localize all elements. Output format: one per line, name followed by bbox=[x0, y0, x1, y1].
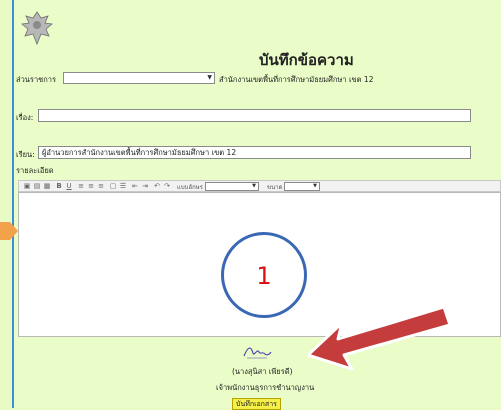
table-icon[interactable]: ▢ bbox=[109, 182, 117, 190]
to-input[interactable]: ผู้อำนวยการสำนักงานเขตพื้นที่การศึกษามัธ… bbox=[38, 146, 471, 159]
chevron-down-icon: ▼ bbox=[207, 74, 212, 81]
signatory-position: เจ้าพนักงานธุรการชำนาญงาน bbox=[216, 383, 315, 392]
save-document-button[interactable]: บันทึกเอกสาร bbox=[232, 398, 281, 410]
arrow-right-icon bbox=[0, 222, 18, 240]
detail-label: รายละเอียด bbox=[16, 166, 54, 175]
size-select[interactable]: ▼ bbox=[284, 182, 320, 191]
redo-icon[interactable]: ↷ bbox=[163, 182, 171, 190]
office-name: สำนักงานเขตพื้นที่การศึกษามัธยมศึกษา เขต… bbox=[219, 75, 374, 84]
font-select[interactable]: ▼ bbox=[205, 182, 259, 191]
signatory-name: (นางสุนิสา เพียรดี) bbox=[232, 367, 293, 376]
bold-icon[interactable]: B bbox=[55, 182, 63, 190]
editor-toolbar: ▣ ▤ ▦ B U ≡ ≡ ≡ ▢ ☰ ⇤ ⇥ ↶ ↷ แบบอักษร ▼ ข… bbox=[18, 180, 501, 192]
chevron-down-icon: ▼ bbox=[313, 183, 317, 189]
source-icon[interactable]: ▣ bbox=[23, 182, 31, 190]
subject-label: เรื่อง: bbox=[16, 113, 34, 122]
page-title: บันทึกข้อความ bbox=[259, 51, 354, 69]
outdent-icon[interactable]: ⇤ bbox=[131, 182, 139, 190]
department-label: ส่วนราชการ bbox=[16, 75, 57, 84]
align-right-icon[interactable]: ≡ bbox=[97, 182, 105, 190]
signature-image bbox=[243, 347, 272, 359]
garuda-emblem-icon bbox=[21, 11, 53, 46]
align-center-icon[interactable]: ≡ bbox=[87, 182, 95, 190]
preview-icon[interactable]: ▦ bbox=[43, 182, 51, 190]
annotation-step-number: 1 bbox=[256, 262, 272, 290]
list-icon[interactable]: ☰ bbox=[119, 182, 127, 190]
indent-icon[interactable]: ⇥ bbox=[141, 182, 149, 190]
undo-icon[interactable]: ↶ bbox=[153, 182, 161, 190]
chevron-down-icon: ▼ bbox=[252, 183, 256, 189]
to-label: เรียน: bbox=[16, 150, 35, 159]
size-label: ขนาด bbox=[267, 184, 283, 191]
annotation-arrow-icon bbox=[308, 305, 450, 371]
save-icon[interactable]: ▤ bbox=[33, 182, 41, 190]
department-select[interactable]: ▼ bbox=[63, 72, 215, 84]
subject-input[interactable] bbox=[38, 109, 471, 122]
align-left-icon[interactable]: ≡ bbox=[77, 182, 85, 190]
font-label: แบบอักษร bbox=[177, 184, 203, 191]
underline-icon[interactable]: U bbox=[65, 182, 73, 190]
